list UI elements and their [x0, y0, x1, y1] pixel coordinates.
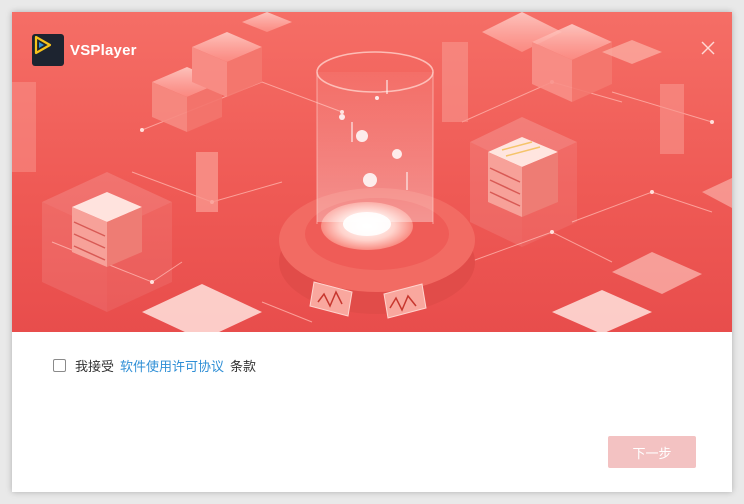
play-triangle-icon — [32, 34, 64, 66]
close-button[interactable] — [700, 40, 716, 56]
app-title: VSPlayer — [70, 41, 137, 59]
close-icon — [701, 41, 715, 55]
installer-window: VSPlayer 我接受 软件使用许可协议 条款 下一步 — [12, 12, 732, 492]
agree-checkbox[interactable] — [53, 359, 66, 372]
agree-suffix-text: 条款 — [230, 360, 257, 375]
next-button[interactable]: 下一步 — [608, 436, 696, 468]
license-agreement-link[interactable]: 软件使用许可协议 — [120, 356, 224, 375]
app-brand: VSPlayer — [32, 34, 137, 66]
license-agreement-row: 我接受 软件使用许可协议 条款 — [53, 356, 256, 375]
agree-prefix-text: 我接受 — [75, 360, 115, 375]
hero-banner: VSPlayer — [12, 12, 732, 332]
